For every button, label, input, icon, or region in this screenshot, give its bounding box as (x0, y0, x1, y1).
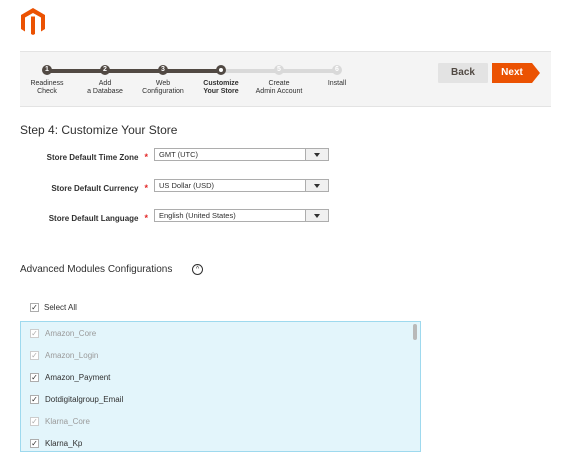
step-1-marker: 1 (42, 65, 52, 75)
language-label: Store Default Language * (48, 213, 148, 223)
required-mark: * (144, 152, 148, 162)
module-name: Dotdigitalgroup_Email (45, 395, 124, 404)
page-title: Step 4: Customize Your Store (20, 123, 178, 137)
module-checkbox: ✓ (30, 329, 39, 338)
module-name: Amazon_Login (45, 351, 99, 360)
module-checkbox[interactable]: ✓ (30, 439, 39, 448)
step-5-marker: 5 (274, 65, 284, 75)
chevron-up-circle-icon[interactable]: ^ (192, 264, 203, 275)
dropdown-arrow-icon[interactable] (305, 210, 328, 221)
required-mark: * (144, 213, 148, 223)
module-checkbox: ✓ (30, 417, 39, 426)
setup-wizard-progress: 1 Readiness Check 2 Add a Database 3 Web Conf… (20, 51, 551, 107)
module-name: Klarna_Core (45, 417, 90, 426)
currency-label-row: Store Default Currency * (20, 182, 148, 194)
timezone-select[interactable]: GMT (UTC) (154, 148, 329, 161)
module-name: Klarna_Kp (45, 439, 83, 448)
scrollbar[interactable] (413, 324, 417, 340)
module-name: Amazon_Core (45, 329, 97, 338)
next-button[interactable]: Next (492, 63, 532, 83)
step-6-label: Install (327, 80, 347, 87)
dropdown-arrow-icon[interactable] (305, 180, 328, 191)
module-name: Amazon_Payment (45, 373, 111, 382)
module-checkbox[interactable]: ✓ (30, 395, 39, 404)
back-button[interactable]: Back (438, 63, 488, 83)
select-all-label: Select All (44, 303, 77, 312)
select-all-checkbox[interactable]: ✓ (30, 303, 39, 312)
currency-select[interactable]: US Dollar (USD) (154, 179, 329, 192)
currency-label: Store Default Currency * (51, 183, 148, 193)
magento-logo (21, 8, 45, 35)
required-mark: * (144, 183, 148, 193)
step-6-marker: 6 (332, 65, 342, 75)
module-checkbox: ✓ (30, 351, 39, 360)
step-3-marker: 3 (158, 65, 168, 75)
step-4-marker (216, 65, 226, 75)
module-list[interactable]: ✓ Amazon_Core ✓ Amazon_Login ✓ Amazon_Payment… (20, 321, 421, 452)
language-select[interactable]: English (United States) (154, 209, 329, 222)
dropdown-arrow-icon[interactable] (305, 149, 328, 160)
language-label-row: Store Default Language * (20, 212, 148, 224)
timezone-label-row: Store Default Time Zone * (20, 151, 148, 163)
timezone-label: Store Default Time Zone * (46, 152, 148, 162)
module-checkbox[interactable]: ✓ (30, 373, 39, 382)
advanced-modules-title: Advanced Modules Configurations (20, 264, 173, 275)
step-2-marker: 2 (100, 65, 110, 75)
next-arrow-icon[interactable] (532, 63, 540, 83)
progress-track-done (47, 69, 219, 73)
